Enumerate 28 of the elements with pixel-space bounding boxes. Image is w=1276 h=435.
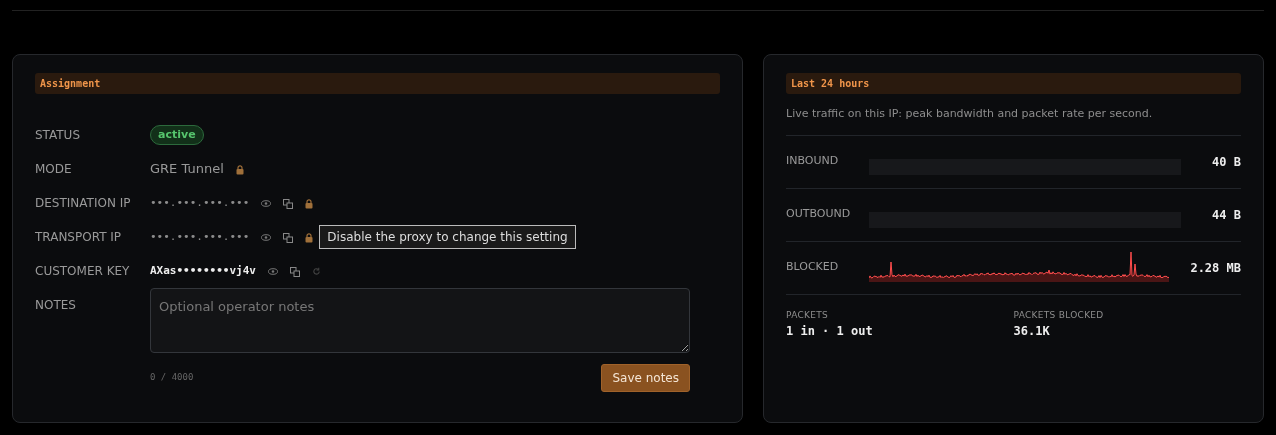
metric-reading: 44 B	[1211, 206, 1241, 224]
description-text: Live traffic on this IP: peak bandwidth and packet rate per second.	[786, 106, 1154, 122]
metric-reading: 2.28 MB	[1189, 259, 1241, 277]
field-label: DESTINATION IP	[35, 195, 132, 212]
field-label: MODE	[35, 161, 73, 178]
field-label: CUSTOMER KEY	[35, 263, 131, 280]
stat-label: PACKETS	[786, 308, 830, 322]
character-counter: 0 / 4000	[150, 371, 194, 385]
status-badge: active	[150, 124, 204, 146]
tooltip: Disable the proxy to change this setting	[319, 225, 576, 249]
stat-label: PACKETS BLOCKED	[1013, 308, 1105, 322]
save-button[interactable]: Save notes	[601, 364, 690, 392]
mode-value: GRE Tunnel	[150, 160, 224, 179]
field-label: NOTES	[35, 297, 77, 314]
stat-value: 1 in · 1 out	[786, 323, 874, 340]
metric-reading: 40 B	[1211, 153, 1241, 171]
stat-value: 36.1K	[1013, 323, 1051, 340]
field-label: TRANSPORT IP	[35, 229, 123, 246]
section-header: Last 24 hours	[786, 73, 1241, 94]
field-label: STATUS	[35, 127, 82, 144]
masked-key: AXas••••••••vj4v	[150, 262, 256, 280]
metric-label: OUTBOUND	[786, 206, 852, 223]
notes-field[interactable]: Optional operator notes	[150, 288, 690, 353]
section-header: Assignment	[35, 73, 720, 94]
metric-label: BLOCKED	[786, 259, 840, 276]
metric-label: INBOUND	[786, 153, 840, 170]
masked-ip: •••.•••.•••.•••	[150, 228, 250, 245]
masked-ip: •••.•••.•••.•••	[150, 194, 250, 211]
